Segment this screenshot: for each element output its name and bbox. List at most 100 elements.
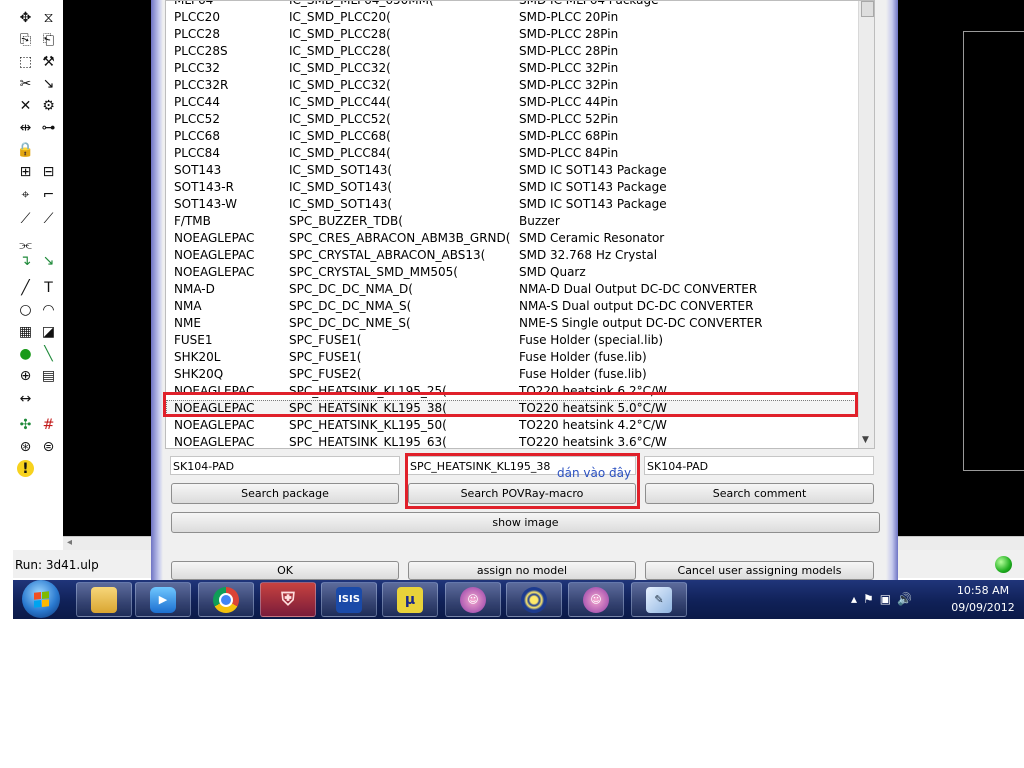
clock-time[interactable]: 10:58 AM — [953, 584, 1013, 597]
circle-icon[interactable]: ○ — [17, 301, 34, 318]
taskbar-microcontroller-tool[interactable]: µ — [382, 582, 438, 617]
list-item[interactable]: NOEAGLEPAC SPC_HEATSINK_KL195_63(TO220 he… — [166, 434, 856, 448]
cut-icon[interactable]: ✂ — [17, 75, 34, 92]
taskbar-isis[interactable]: ISIS — [321, 582, 377, 617]
list-item[interactable]: SHK20Q SPC_FUSE2(Fuse Holder (fuse.lib) — [166, 366, 856, 383]
grid-icon[interactable]: # — [40, 416, 57, 433]
action-center-flag-icon[interactable]: ⚑ — [863, 592, 880, 606]
search-comment-button[interactable]: Search comment — [645, 483, 874, 504]
list-item[interactable]: FUSE1 SPC_FUSE1(Fuse Holder (special.lib) — [166, 332, 856, 349]
ripup-icon[interactable]: ↘ — [40, 252, 57, 269]
taskbar-network-app[interactable] — [506, 582, 562, 617]
scroll-left-icon[interactable]: ◂ — [67, 537, 72, 548]
package-macro-list[interactable]: MLF64 IC_SMD_MLF64_650MM(SMD IC MLF64 Pac… — [165, 0, 875, 449]
list-item[interactable]: PLCC68 IC_SMD_PLCC68(SMD-PLCC 68Pin — [166, 128, 856, 145]
list-item[interactable]: SOT143 IC_SMD_SOT143(SMD IC SOT143 Packag… — [166, 162, 856, 179]
warning-icon[interactable]: ! — [17, 460, 34, 477]
change-icon[interactable]: ⟋ — [40, 210, 57, 227]
network-icon[interactable]: ▣ — [880, 592, 897, 606]
group-select-icon[interactable]: ⬚ — [17, 53, 34, 70]
polygon-icon[interactable]: ◪ — [40, 323, 57, 340]
list-item[interactable]: SOT143-R IC_SMD_SOT143(SMD IC SOT143 Pack… — [166, 179, 856, 196]
smash-icon[interactable]: ⌖ — [17, 186, 34, 203]
route-cut-icon[interactable]: ↘ — [40, 75, 57, 92]
list-item[interactable]: PLCC20 IC_SMD_PLCC20(SMD-PLCC 20Pin — [166, 9, 856, 26]
miter-icon[interactable]: ⌐ — [40, 186, 57, 203]
list-item[interactable]: NOEAGLEPAC SPC_CRYSTAL_ABRACON_ABS13(SMD … — [166, 247, 856, 264]
comment-cell: NME-S Single output DC-DC CONVERTER — [519, 316, 763, 330]
list-vertical-scrollbar[interactable]: ▼ — [858, 1, 874, 448]
split-icon[interactable]: ⇹ — [17, 119, 34, 136]
errors-icon[interactable]: ⊜ — [40, 438, 57, 455]
package-name-cell: FUSE1 — [174, 333, 213, 347]
start-button[interactable] — [22, 580, 60, 618]
list-item[interactable]: F/TMB SPC_BUZZER_TDB(Buzzer — [166, 213, 856, 230]
macro-name-cell: IC_SMD_PLCC44( — [289, 95, 391, 109]
clock-date[interactable]: 09/09/2012 — [948, 601, 1018, 614]
list-item[interactable]: SHK20L SPC_FUSE1(Fuse Holder (fuse.lib) — [166, 349, 856, 366]
system-tray[interactable]: ▴⚑▣🔊 — [851, 592, 918, 606]
rect-icon[interactable]: ▦ — [17, 323, 34, 340]
cancel-assigning-button[interactable]: Cancel user assigning models — [645, 561, 874, 580]
show-image-button[interactable]: show image — [171, 512, 880, 533]
drc-icon[interactable]: ⊛ — [17, 438, 34, 455]
text-icon[interactable]: T — [40, 279, 57, 296]
list-item[interactable]: NMA-D SPC_DC_DC_NMA_D(NMA-D Dual Output D… — [166, 281, 856, 298]
list-item[interactable]: PLCC52 IC_SMD_PLCC52(SMD-PLCC 52Pin — [166, 111, 856, 128]
copy-icon[interactable]: ⎘ — [17, 31, 34, 48]
macro-name-cell: IC_SMD_PLCC28( — [289, 44, 391, 58]
wrench-icon[interactable]: ⚒ — [40, 53, 57, 70]
split-line-icon[interactable]: ⟋ — [17, 210, 34, 227]
taskbar-chrome[interactable] — [198, 582, 254, 617]
via-icon[interactable]: ● — [17, 345, 34, 362]
list-item[interactable]: NOEAGLEPAC SPC_HEATSINK_KL195_50(TO220 he… — [166, 417, 856, 434]
list-item[interactable]: SOT143-W IC_SMD_SOT143(SMD IC SOT143 Pack… — [166, 196, 856, 213]
target-icon — [521, 586, 547, 613]
list-item[interactable]: PLCC44 IC_SMD_PLCC44(SMD-PLCC 44Pin — [166, 94, 856, 111]
scroll-down-icon[interactable]: ▼ — [862, 435, 869, 445]
taskbar-chat-app-2[interactable]: ☺ — [568, 582, 624, 617]
list-item[interactable]: NMA SPC_DC_DC_NMA_S(NMA-S Dual output DC-… — [166, 298, 856, 315]
taskbar-media-player[interactable]: ▶ — [135, 582, 191, 617]
taskbar-notepad[interactable]: ✎ — [631, 582, 687, 617]
taskbar-chat-app[interactable]: ☺ — [445, 582, 501, 617]
delete-icon[interactable]: ✕ — [17, 97, 34, 114]
taskbar-explorer[interactable] — [76, 582, 132, 617]
name-icon[interactable]: ⊞ — [17, 163, 34, 180]
pin-swap-icon[interactable]: ⫘ — [17, 236, 34, 253]
auto-icon[interactable]: ✣ — [17, 416, 34, 433]
status-green-light-icon[interactable] — [995, 556, 1012, 573]
search-package-button[interactable]: Search package — [171, 483, 399, 504]
comment-search-input[interactable]: SK104-PAD — [644, 456, 874, 475]
value-icon[interactable]: ⊟ — [40, 163, 57, 180]
volume-icon[interactable]: 🔊 — [897, 592, 918, 606]
tray-expand-icon[interactable]: ▴ — [851, 592, 863, 606]
list-item[interactable]: PLCC32 IC_SMD_PLCC32(SMD-PLCC 32Pin — [166, 60, 856, 77]
arc-icon[interactable]: ◠ — [40, 301, 57, 318]
route-icon[interactable]: ↴ — [17, 252, 34, 269]
dimension-icon[interactable]: ↔ — [17, 390, 34, 407]
attribute-icon[interactable]: ▤ — [40, 367, 57, 384]
optimize-icon[interactable]: ⊶ — [40, 119, 57, 136]
list-item[interactable]: PLCC32R IC_SMD_PLCC32(SMD-PLCC 32Pin — [166, 77, 856, 94]
paste-icon[interactable]: ⎗ — [40, 31, 57, 48]
list-item[interactable]: NOEAGLEPAC SPC_CRYSTAL_SMD_MM505(SMD Quar… — [166, 264, 856, 281]
ratsnest-icon[interactable]: ⚙ — [40, 97, 57, 114]
ok-button[interactable]: OK — [171, 561, 399, 580]
signal-icon[interactable]: ╲ — [40, 345, 57, 362]
list-item[interactable]: PLCC28S IC_SMD_PLCC28(SMD-PLCC 28Pin — [166, 43, 856, 60]
mirror-icon[interactable]: ⧖ — [40, 9, 57, 26]
list-item[interactable]: NME SPC_DC_DC_NME_S(NME-S Single output D… — [166, 315, 856, 332]
taskbar-eagle[interactable]: ⛨ — [260, 582, 316, 617]
move-icon[interactable]: ✥ — [17, 9, 34, 26]
hole-icon[interactable]: ⊕ — [17, 367, 34, 384]
assign-no-model-button[interactable]: assign no model — [408, 561, 636, 580]
list-item[interactable]: PLCC84 IC_SMD_PLCC84(SMD-PLCC 84Pin — [166, 145, 856, 162]
list-item[interactable]: MLF64 IC_SMD_MLF64_650MM(SMD IC MLF64 Pac… — [166, 1, 856, 9]
scrollbar-thumb[interactable] — [861, 1, 874, 17]
list-item[interactable]: NOEAGLEPAC SPC_CRES_ABRACON_ABM3B_GRND(SM… — [166, 230, 856, 247]
list-item[interactable]: PLCC28 IC_SMD_PLCC28(SMD-PLCC 28Pin — [166, 26, 856, 43]
line-icon[interactable]: ╱ — [17, 279, 34, 296]
package-search-input[interactable]: SK104-PAD — [170, 456, 400, 475]
lock-icon[interactable]: 🔒 — [17, 141, 34, 158]
